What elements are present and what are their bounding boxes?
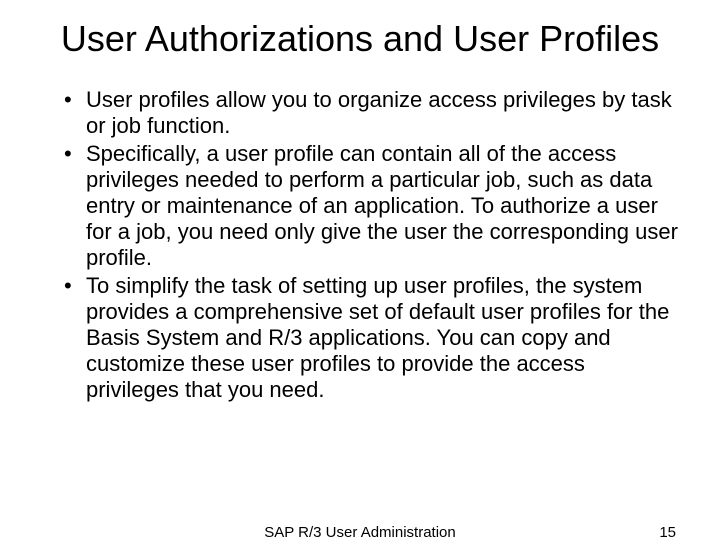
list-item: Specifically, a user profile can contain… [68, 141, 680, 271]
slide: User Authorizations and User Profiles Us… [0, 0, 720, 540]
slide-title: User Authorizations and User Profiles [40, 18, 680, 59]
list-item: User profiles allow you to organize acce… [68, 87, 680, 139]
bullet-list: User profiles allow you to organize acce… [40, 87, 680, 402]
footer-text: SAP R/3 User Administration [264, 524, 455, 541]
page-number: 15 [659, 524, 676, 541]
list-item: To simplify the task of setting up user … [68, 273, 680, 403]
